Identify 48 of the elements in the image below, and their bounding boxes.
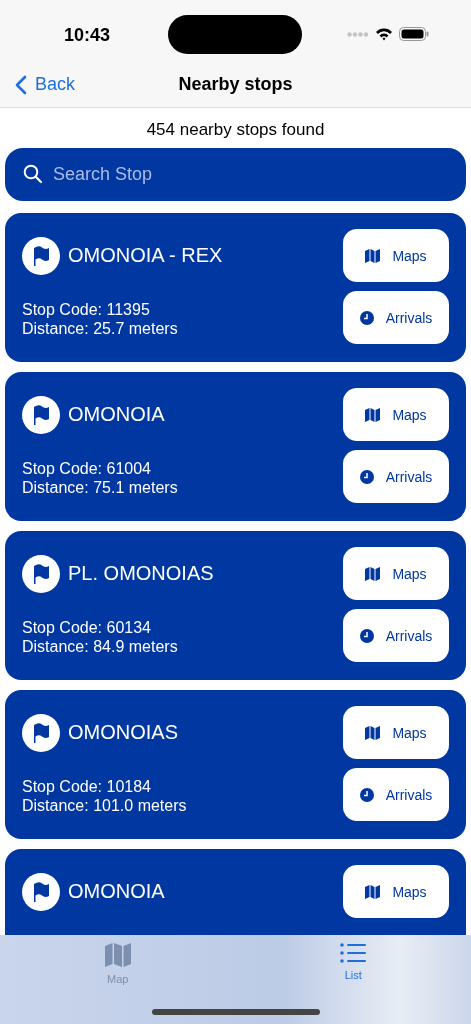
clock-icon — [359, 310, 374, 325]
arrivals-button[interactable]: Arrivals — [343, 768, 449, 821]
search-field[interactable]: Search Stop — [5, 148, 466, 201]
flag-icon — [22, 713, 60, 752]
stop-name: PL. OMONOIAS — [68, 562, 214, 585]
stop-code: Stop Code: 10184 — [22, 777, 152, 796]
clock-icon — [359, 469, 374, 484]
map-icon — [365, 248, 381, 263]
map-icon — [365, 725, 381, 740]
tab-button[interactable]: List — [334, 943, 373, 985]
battery-icon — [399, 27, 429, 41]
stop-distance: Distance: 25.7 meters — [22, 319, 179, 338]
maps-button[interactable]: Maps — [343, 388, 449, 441]
stop-name: OMONOIA - REX — [68, 244, 223, 267]
chevron-left-icon — [14, 74, 27, 95]
screen-title: Nearby stops — [178, 74, 293, 95]
back-button[interactable]: Back — [10, 74, 80, 95]
map-icon — [104, 943, 131, 967]
maps-button[interactable]: Maps — [343, 865, 449, 918]
flag-icon — [22, 872, 60, 911]
clock-icon — [359, 787, 374, 802]
stop-distance: Distance: 84.9 meters — [22, 637, 179, 656]
stop-name: OMONOIA — [68, 880, 165, 903]
map-icon — [365, 566, 381, 581]
map-icon — [365, 884, 381, 899]
map-icon — [365, 407, 381, 422]
stop-code: Stop Code: 11395 — [22, 300, 151, 319]
list-icon — [340, 943, 367, 963]
stop-distance: Distance: 75.1 meters — [22, 478, 179, 497]
arrivals-button[interactable]: Arrivals — [343, 609, 449, 662]
stop-code: Stop Code: 60134 — [22, 618, 152, 637]
maps-button[interactable]: Maps — [343, 229, 449, 282]
arrivals-button[interactable]: Arrivals — [343, 291, 449, 344]
flag-icon — [22, 236, 60, 275]
arrivals-button[interactable]: Arrivals — [343, 450, 449, 503]
stop-code: Stop Code: 61004 — [22, 459, 152, 478]
status-time: 10:43 — [64, 24, 111, 46]
stop-name: OMONOIA — [68, 403, 165, 426]
stop-distance: Distance: 101.0 meters — [22, 796, 188, 815]
flag-icon — [22, 554, 60, 593]
stop-name: OMONOIAS — [68, 721, 178, 744]
clock-icon — [359, 628, 374, 643]
signal-icon — [347, 31, 369, 37]
flag-icon — [22, 395, 60, 434]
wifi-icon — [375, 27, 393, 41]
maps-button[interactable]: Maps — [343, 547, 449, 600]
maps-button[interactable]: Maps — [343, 706, 449, 759]
results-count: 454 nearby stops found — [145, 119, 326, 140]
